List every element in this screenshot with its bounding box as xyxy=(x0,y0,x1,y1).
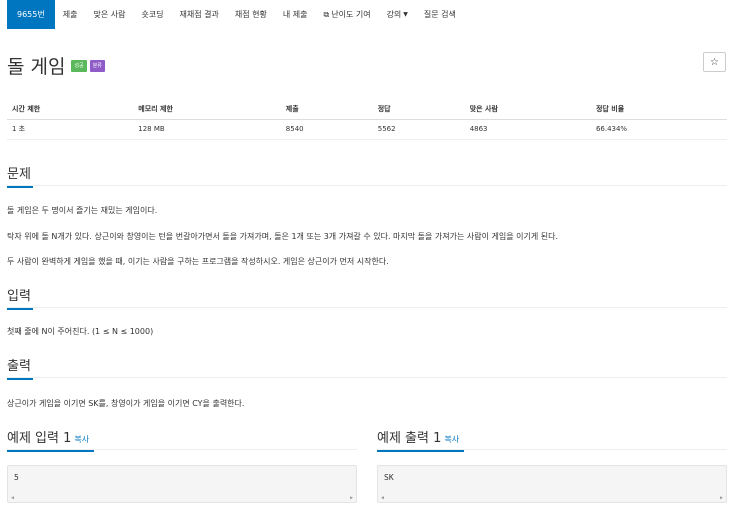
table-row: 1 초 128 MB 8540 5562 4863 66.434% xyxy=(7,119,727,140)
tab-label: 숏코딩 xyxy=(141,10,164,19)
tab-label: 맞은 사람 xyxy=(93,10,126,19)
problem-title: 돌 게임 xyxy=(7,56,66,78)
memory-limit-header: 메모리 제한 xyxy=(133,100,281,120)
sample-input-heading: 예제 입력 1 복사 xyxy=(7,427,95,452)
tab-my-submissions[interactable]: 내 제출 xyxy=(275,0,316,29)
tab-label: 난이도 기여 xyxy=(331,10,371,19)
problem-heading: 문제 xyxy=(7,163,33,188)
copy-input-link[interactable]: 복사 xyxy=(74,435,89,444)
problem-title-bar: 돌 게임 성공 분류 xyxy=(7,52,105,79)
table-header-row: 시간 제한 메모리 제한 제출 정답 맞은 사람 정답 비율 xyxy=(7,100,727,120)
accepted-header: 정답 xyxy=(372,100,465,120)
tab-question-search[interactable]: 질문 검색 xyxy=(416,0,464,29)
external-link-icon: ⧉ xyxy=(323,9,330,19)
time-limit-header: 시간 제한 xyxy=(7,100,134,120)
tab-solved-users[interactable]: 맞은 사람 xyxy=(85,0,133,29)
input-heading: 입력 xyxy=(7,285,33,310)
scroll-right-icon[interactable]: ▶ xyxy=(720,495,723,501)
time-limit-value: 1 초 xyxy=(7,119,134,140)
tab-label: 질문 검색 xyxy=(423,10,456,19)
problem-nav: 9655번 제출 맞은 사람 숏코딩 재채점 결과 채점 현황 내 제출 ⧉ 난이… xyxy=(0,0,743,29)
scroll-left-icon[interactable]: ◀ xyxy=(381,495,384,501)
submissions-value: 8540 xyxy=(280,119,373,140)
favorite-button[interactable]: ☆ xyxy=(703,52,726,72)
output-description: 상근이가 게임을 이기면 SK를, 창영이가 게임을 이기면 CY을 출력한다. xyxy=(7,399,245,408)
tab-status[interactable]: 채점 현황 xyxy=(227,0,275,29)
input-description: 첫째 줄에 N이 주어진다. (1 ≤ N ≤ 1000) xyxy=(7,327,154,336)
problem-description-line: 돌 게임은 두 명이서 즐기는 재밌는 게임이다. xyxy=(7,206,158,215)
caret-down-icon: ▼ xyxy=(403,11,408,18)
problem-description-line: 두 사람이 완벽하게 게임을 했을 때, 이기는 사람을 구하는 프로그램을 작… xyxy=(7,257,389,266)
tab-label: 강의 xyxy=(386,10,402,19)
memory-limit-value: 128 MB xyxy=(133,119,281,140)
star-icon: ☆ xyxy=(710,56,719,68)
status-badge: 성공 xyxy=(71,59,87,72)
tab-label: 제출 xyxy=(62,10,78,19)
sample-output-box[interactable]: SK ◀ ▶ xyxy=(377,465,727,503)
tab-label: 재채점 결과 xyxy=(179,10,219,19)
divider xyxy=(7,377,727,378)
tab-label: 9655번 xyxy=(17,10,45,19)
tab-label: 내 제출 xyxy=(282,10,308,19)
sample-output-heading: 예제 출력 1 복사 xyxy=(377,427,465,452)
accepted-value: 5562 xyxy=(372,119,465,140)
sample-output-title: 예제 출력 1 xyxy=(377,431,442,446)
sample-input-value: 5 xyxy=(14,473,19,482)
category-badge[interactable]: 분류 xyxy=(89,59,105,72)
sample-input-title: 예제 입력 1 xyxy=(7,431,72,446)
copy-output-link[interactable]: 복사 xyxy=(444,435,459,444)
scroll-left-icon[interactable]: ◀ xyxy=(11,495,14,501)
divider xyxy=(7,449,357,450)
horizontal-scrollbar[interactable]: ◀ ▶ xyxy=(9,494,355,501)
tab-rejudge-results[interactable]: 재채점 결과 xyxy=(172,0,227,29)
submissions-header: 제출 xyxy=(280,100,373,120)
accept-ratio-header: 정답 비율 xyxy=(590,100,727,120)
tab-lectures[interactable]: 강의 ▼ xyxy=(379,0,416,29)
tab-submit[interactable]: 제출 xyxy=(55,0,86,29)
solved-users-value: 4863 xyxy=(464,119,591,140)
divider xyxy=(377,449,727,450)
tab-label: 채점 현황 xyxy=(234,10,267,19)
tab-short-coding[interactable]: 숏코딩 xyxy=(133,0,171,29)
tab-difficulty-contribution[interactable]: ⧉ 난이도 기여 xyxy=(316,0,379,29)
divider xyxy=(7,185,727,186)
accept-ratio-value: 66.434% xyxy=(590,119,727,140)
horizontal-scrollbar[interactable]: ◀ ▶ xyxy=(379,494,725,501)
problem-info-table: 시간 제한 메모리 제한 제출 정답 맞은 사람 정답 비율 1 초 128 M… xyxy=(7,100,727,140)
scroll-right-icon[interactable]: ▶ xyxy=(350,495,353,501)
output-heading: 출력 xyxy=(7,355,33,380)
solved-users-header: 맞은 사람 xyxy=(464,100,591,120)
problem-description-line: 탁자 위에 돌 N개가 있다. 상근이와 창영이는 턴을 번갈아가면서 돌을 가… xyxy=(7,232,559,241)
tab-problem-number[interactable]: 9655번 xyxy=(7,0,55,29)
divider xyxy=(7,307,727,308)
sample-output-value: SK xyxy=(384,473,394,482)
sample-input-box[interactable]: 5 ◀ ▶ xyxy=(7,465,357,503)
